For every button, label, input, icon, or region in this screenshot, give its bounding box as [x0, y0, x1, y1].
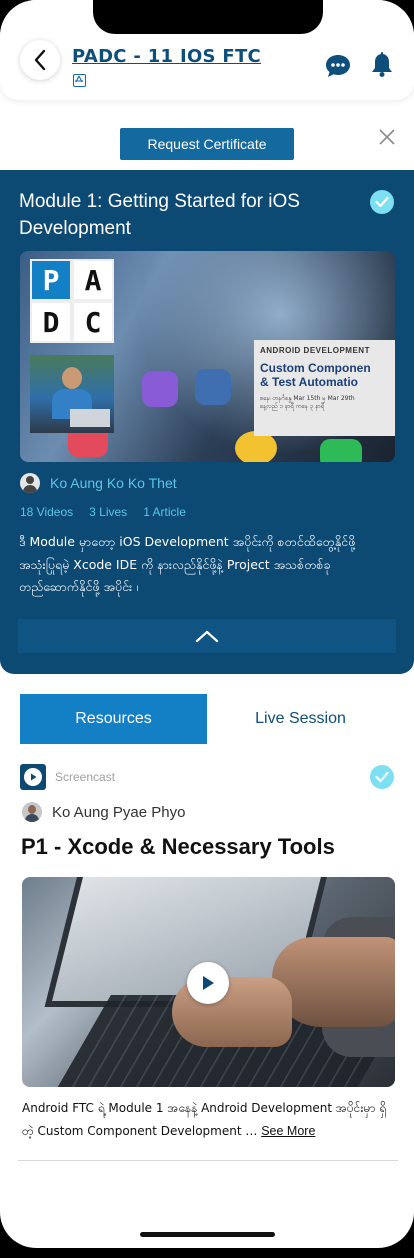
resource-type-label: Screencast [55, 770, 116, 784]
avatar [22, 802, 42, 822]
check-circle-icon [370, 190, 394, 214]
course-title[interactable]: PADC - 11 IOS FTC [72, 46, 261, 67]
resource-presenter[interactable]: Ko Aung Pyae Phyo [22, 801, 185, 823]
play-circle-icon [20, 764, 46, 790]
see-more-link[interactable]: See More [261, 1124, 315, 1138]
chat-bubble-icon[interactable] [325, 54, 351, 78]
tab-resources[interactable]: Resources [20, 694, 207, 744]
padc-letter: A [74, 261, 112, 299]
author-name: Ko Aung Ko Ko Thet [50, 475, 177, 491]
lives-count: 3 Lives [89, 505, 128, 519]
app-store-icon [73, 74, 86, 87]
play-icon [203, 976, 214, 990]
back-button[interactable] [20, 40, 60, 80]
presenter-name: Ko Aung Pyae Phyo [52, 803, 186, 821]
module-stats: 18 Videos 3 Lives 1 Article [20, 505, 186, 519]
divider [18, 1160, 398, 1161]
app-tile [320, 439, 362, 462]
module-title: Module 1: Getting Started for iOS Develo… [19, 191, 300, 239]
module-card: Module 1: Getting Started for iOS Develo… [0, 170, 414, 674]
video-thumbnail[interactable] [22, 877, 395, 1087]
play-button[interactable] [187, 962, 229, 1004]
close-icon[interactable] [378, 128, 396, 146]
videos-count: 18 Videos [20, 505, 74, 519]
app-tile [195, 369, 231, 405]
event-card: ANDROID DEVELOPMENT Custom Componen & Te… [254, 340, 395, 436]
chevron-left-icon [34, 49, 46, 71]
padc-logo: P A D C [30, 259, 114, 343]
resource-description: Android FTC ရဲ့ Module 1 အနေနဲ့ Android … [22, 1097, 397, 1143]
padc-letter: D [32, 303, 70, 341]
articles-count: 1 Article [143, 505, 186, 519]
instructor-photo [30, 355, 114, 433]
card-title-line: & Test Automatio [260, 375, 358, 389]
content-tabs: Resources Live Session [20, 694, 394, 744]
device-frame: PADC - 11 IOS FTC Request Certificate Mo… [0, 0, 414, 1258]
chevron-up-icon [195, 630, 219, 643]
tab-live-session[interactable]: Live Session [207, 694, 394, 744]
module-description: ဒီ Module မှာတော့ iOS Development အပိုင်… [19, 534, 356, 594]
module-author[interactable]: Ko Aung Ko Ko Thet [20, 472, 177, 494]
collapse-button[interactable] [18, 619, 396, 653]
card-schedule-line: စနေ၊ တနင်္ဂနွေ Mar 15th မှ Mar 29th [260, 395, 355, 402]
padc-letter: C [74, 303, 112, 341]
app-screen: PADC - 11 IOS FTC Request Certificate Mo… [0, 0, 414, 1248]
avatar [20, 473, 40, 493]
description-text: Android FTC ရဲ့ Module 1 အနေနဲ့ Android … [22, 1101, 386, 1138]
home-indicator[interactable] [140, 1232, 275, 1237]
resource-type-row: Screencast [20, 764, 394, 792]
certificate-bar: Request Certificate [0, 118, 414, 170]
check-circle-icon [370, 765, 394, 789]
card-heading: ANDROID DEVELOPMENT [260, 346, 370, 355]
card-title-line: Custom Componen [260, 361, 371, 375]
request-certificate-button[interactable]: Request Certificate [120, 128, 294, 160]
app-tile [142, 371, 178, 407]
bell-icon[interactable] [370, 52, 394, 78]
padc-letter: P [32, 261, 70, 299]
resource-title[interactable]: P1 - Xcode & Necessary Tools [21, 834, 335, 860]
module-cover-image: P A D C ANDROID DEVELOPMENT Custom Compo… [20, 251, 395, 462]
card-schedule-line: နေ့လည် ၁ နာရီ ကနေ ၃ နာရီ [260, 403, 325, 410]
device-notch [93, 0, 323, 34]
